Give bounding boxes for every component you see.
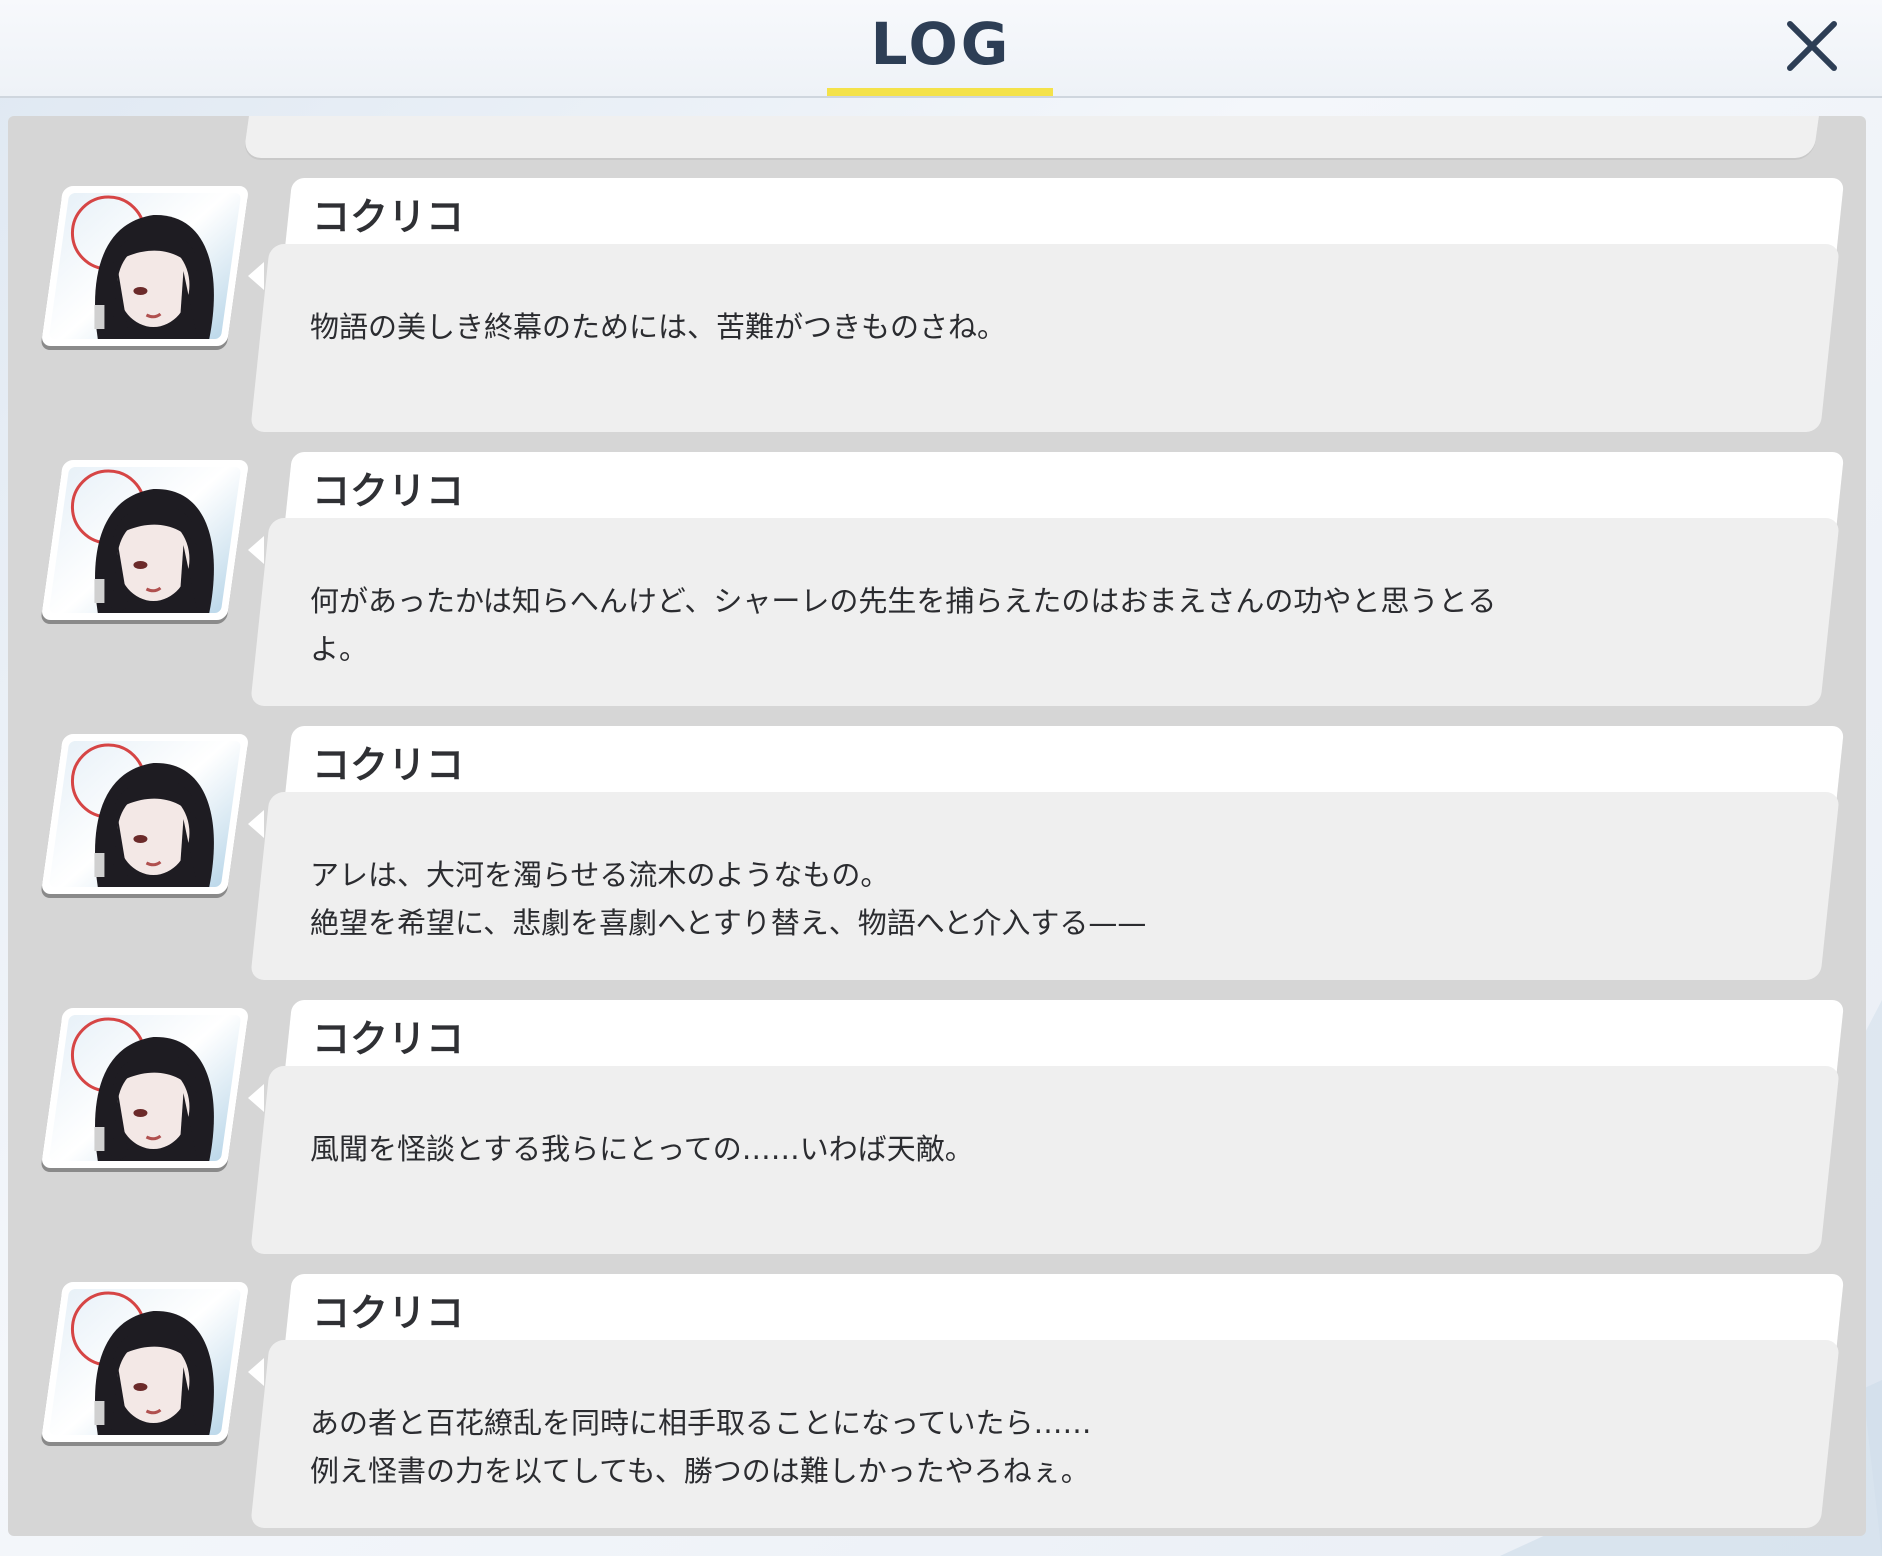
character-avatar[interactable] xyxy=(40,1282,250,1442)
log-header: LOG xyxy=(0,0,1882,98)
previous-entry-bubble xyxy=(243,116,1819,158)
close-button[interactable] xyxy=(1780,14,1844,78)
dialogue-line: 何があったかは知らへんけど、シャーレの先生を捕らえたのはおまえさんの功やと思うと… xyxy=(310,584,1497,618)
character-avatar[interactable] xyxy=(40,186,250,346)
bubble-tail xyxy=(248,262,264,290)
log-entry: コクリコ あの者と百花繚乱を同時に相手取ることになっていたら…… 例え怪書の力を… xyxy=(8,1274,1866,1530)
log-entry: コクリコ 物語の美しき終幕のためには、苦難がつきものさね。 xyxy=(8,178,1866,434)
dialogue-line: 絶望を希望に、悲劇を喜劇へとすり替え、物語へと介入する—— xyxy=(310,906,1147,940)
character-avatar[interactable] xyxy=(40,734,250,894)
speaker-name: コクリコ xyxy=(312,195,465,239)
bubble-tail xyxy=(248,1084,264,1112)
character-portrait-icon xyxy=(70,1291,214,1435)
bubble-tail xyxy=(248,810,264,838)
log-entry: コクリコ 風聞を怪談とする我らにとっての……いわば天敵。 xyxy=(8,1000,1866,1256)
log-list[interactable]: コクリコ 物語の美しき終幕のためには、苦難がつきものさね。 コクリコ 何があった… xyxy=(8,116,1866,1536)
dialogue-line: アレは、大河を濁らせる流木のようなもの。 xyxy=(310,858,890,892)
dialogue-line: よ。 xyxy=(310,632,369,666)
character-portrait-icon xyxy=(70,469,214,613)
speaker-name: コクリコ xyxy=(312,1291,465,1335)
character-avatar[interactable] xyxy=(40,460,250,620)
page-title: LOG xyxy=(870,10,1012,78)
log-entry: コクリコ アレは、大河を濁らせる流木のようなもの。 絶望を希望に、悲劇を喜劇へと… xyxy=(8,726,1866,982)
character-portrait-icon xyxy=(70,1017,214,1161)
title-underline xyxy=(827,88,1053,96)
speaker-name: コクリコ xyxy=(312,743,465,787)
dialogue-line: 例え怪書の力を以てしても、勝つのは難しかったやろねぇ。 xyxy=(310,1454,1090,1488)
speaker-name: コクリコ xyxy=(312,469,465,513)
character-avatar[interactable] xyxy=(40,1008,250,1168)
dialogue-line: あの者と百花繚乱を同時に相手取ることになっていたら…… xyxy=(310,1406,1092,1440)
bubble-tail xyxy=(248,536,264,564)
log-entry: コクリコ 何があったかは知らへんけど、シャーレの先生を捕らえたのはおまえさんの功… xyxy=(8,452,1866,708)
character-portrait-icon xyxy=(70,743,214,887)
dialogue-line: 物語の美しき終幕のためには、苦難がつきものさね。 xyxy=(310,310,1007,344)
close-icon xyxy=(1787,21,1837,71)
speaker-name: コクリコ xyxy=(312,1017,465,1061)
character-portrait-icon xyxy=(70,195,214,339)
bubble-tail xyxy=(248,1358,264,1386)
dialogue-line: 風聞を怪談とする我らにとっての……いわば天敵。 xyxy=(310,1132,974,1166)
